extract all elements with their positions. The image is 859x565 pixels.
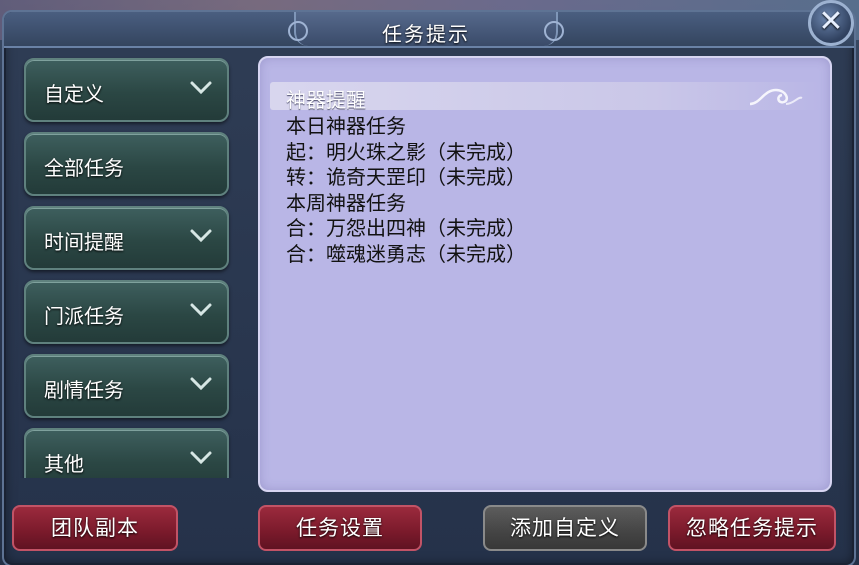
chevron-down-icon (189, 450, 213, 466)
window-title: 任务提示 (382, 22, 470, 46)
menu-item-label: 剧情任务 (44, 378, 124, 402)
close-icon: ✕ (818, 4, 844, 39)
chevron-down-icon (189, 376, 213, 392)
task-content-panel[interactable]: 神器提醒 本日神器任务 起：明火珠之影（未完成） 转：诡奇天罡印（未完成） 本周… (258, 56, 832, 492)
task-line: 合：噬魂迷勇志（未完成） (286, 241, 526, 266)
menu-item-label: 时间提醒 (44, 230, 124, 254)
title-plate: 任务提示 (288, 12, 564, 46)
chevron-down-icon (189, 302, 213, 318)
task-settings-button[interactable]: 任务设置 (258, 505, 422, 551)
menu-item-sect-tasks[interactable]: 门派任务 (24, 280, 229, 344)
section-header: 神器提醒 (270, 82, 820, 112)
task-lines: 本日神器任务 起：明火珠之影（未完成） 转：诡奇天罡印（未完成） 本周神器任务 … (286, 114, 526, 267)
menu-item-label: 门派任务 (44, 304, 124, 328)
section-header-title: 神器提醒 (286, 88, 366, 112)
menu-item-time-reminder[interactable]: 时间提醒 (24, 206, 229, 270)
menu-item-label: 全部任务 (44, 156, 124, 180)
chevron-down-icon (189, 80, 213, 96)
add-custom-button[interactable]: 添加自定义 (483, 505, 647, 551)
task-line: 本日神器任务 (286, 114, 406, 138)
menu-item-custom[interactable]: 自定义 (24, 58, 229, 122)
menu-item-label: 自定义 (44, 82, 104, 106)
close-button[interactable]: ✕ (808, 0, 854, 46)
game-screen: 任务提示 ✕ 自定义 全部任务 时间提醒 门派任务 剧情任务 其他 神器提醒 本… (0, 0, 859, 565)
cloud-swirl-ornament-icon (746, 82, 806, 114)
category-menu: 自定义 全部任务 时间提醒 门派任务 剧情任务 其他 (20, 56, 235, 478)
menu-item-other[interactable]: 其他 (24, 428, 229, 478)
title-bar: 任务提示 (4, 12, 854, 48)
menu-item-story-tasks[interactable]: 剧情任务 (24, 354, 229, 418)
task-line: 本周神器任务 (286, 190, 406, 215)
chevron-down-icon (189, 228, 213, 244)
ignore-task-hint-button[interactable]: 忽略任务提示 (668, 505, 836, 551)
menu-item-label: 其他 (44, 452, 84, 476)
task-line: 转：诡奇天罡印（未完成） (286, 165, 526, 189)
menu-item-all-tasks[interactable]: 全部任务 (24, 132, 229, 196)
task-line: 起：明火珠之影（未完成） (286, 139, 526, 164)
team-dungeon-button[interactable]: 团队副本 (12, 505, 178, 551)
task-line: 合：万怨出四神（未完成） (286, 216, 526, 240)
